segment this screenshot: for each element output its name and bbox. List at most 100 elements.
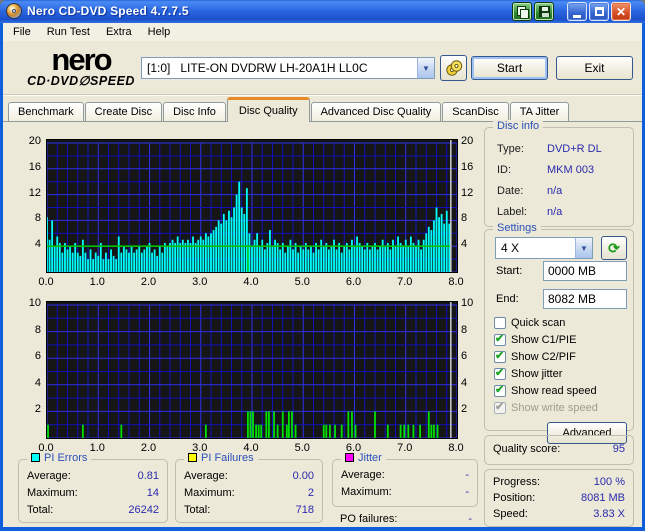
pi-errors-stats-group: PI Errors Average: 0.81 Maximum: 14 Total:… [18,452,168,523]
jitter-swatch [345,453,354,462]
axis-tick-label: 3.0 [192,276,208,288]
axis-tick-label: 12 [28,186,41,199]
exit-button[interactable]: Exit [556,56,633,80]
tab-disc-info[interactable]: Disc Info [163,102,226,122]
drive-select[interactable]: [1:0] LITE-ON DVDRW LH-20A1H LL0C ▼ [141,57,435,79]
jitter-stats-area: Jitter Average: - Maximum: - PO failures: - [332,452,478,531]
checkbox-show-write-speed: Show write speed [494,400,598,415]
axis-tick-label: 4 [34,238,41,251]
window-title: Nero CD-DVD Speed 4.7.7.5 [27,4,189,18]
speed-value: 3.83 X [593,508,625,520]
axis-tick-label: 8 [34,212,41,225]
axis-tick-label: 16 [28,160,41,173]
axis-tick-label: 0.0 [38,276,54,288]
end-field-label: End: [496,293,519,305]
disc-quality-page: 4 4 8 8 12 12 16 16 20 20 0.0 1.0 2.0 3.0 4.0 5.0 6.0 7.0… [3,120,642,527]
progress-group: Progress: 100 % Position: 8081 MB Speed: 3.… [484,469,634,527]
checkbox-show-jitter[interactable]: Show jitter [494,366,562,381]
chevron-down-icon[interactable]: ▼ [575,238,592,258]
checkbox-icon [494,366,506,380]
checkbox-show-read-speed[interactable]: Show read speed [494,383,597,398]
axis-tick-label: 2.0 [140,442,157,454]
checkbox-show-c2-pif[interactable]: Show C2/PIF [494,349,576,364]
quality-score-group: Quality score: 95 [484,435,634,465]
start-button[interactable]: Start [471,56,548,80]
close-icon: ✕ [615,4,627,19]
settings-group: Settings 4 X ▼ ⟳ Start: End: Quick scan … [484,222,634,444]
menu-run-test[interactable]: Run Test [39,23,98,41]
tab-ta-jitter[interactable]: TA Jitter [509,102,570,122]
axis-tick-label: 8 [34,323,41,336]
copy-to-clipboard-button[interactable] [512,2,532,21]
tab-advanced-disc-quality[interactable]: Advanced Disc Quality [310,102,442,122]
axis-tick-label: 8.0 [448,276,464,288]
pi-errors-plot [46,139,458,273]
menu-file[interactable]: File [5,23,39,41]
start-field-label: Start: [496,265,523,277]
app-icon [6,3,22,19]
quality-score-value: 95 [612,443,625,455]
menu-help[interactable]: Help [140,23,179,41]
checkbox-show-c1-pie[interactable]: Show C1/PIE [494,332,576,347]
checkbox-quick-scan[interactable]: Quick scan [494,316,565,330]
axis-tick-label: 1.0 [89,276,105,288]
axis-tick-label: 5.0 [294,276,310,288]
close-button[interactable]: ✕ [611,2,631,21]
checkbox-icon [494,317,506,329]
start-mb-field[interactable] [543,261,627,281]
axis-tick-label: 7.0 [397,276,413,288]
axis-tick-label: 4.0 [243,276,259,288]
disc-id-value: MKM 003 [547,164,595,176]
axis-tick-label: 10 [461,297,474,309]
title-bar[interactable]: Nero CD-DVD Speed 4.7.7.5 ✕ [0,0,645,23]
disc-label-value: n/a [547,206,563,218]
jitter-legend: Jitter [341,452,386,464]
disc-tray-button[interactable] [440,55,467,81]
disc-info-caption: Disc info [493,120,544,132]
checkbox-icon [494,349,506,363]
save-button[interactable] [534,2,554,21]
disc-info-group: Disc info Type: DVD+R DL ID: MKM 003 Date:… [484,120,634,227]
axis-tick-label: 12 [461,186,474,199]
axis-tick-label: 16 [461,160,474,173]
checkbox-icon [494,383,506,397]
chevron-down-icon[interactable]: ▼ [417,58,434,78]
pi-errors-legend: PI Errors [27,452,92,464]
pi-failures-stats-group: PI Failures Average: 0.00 Maximum: 2 Total… [175,452,323,523]
tab-disc-quality[interactable]: Disc Quality [226,97,310,122]
axis-tick-label: 2.0 [140,276,157,288]
checkbox-icon [494,332,506,346]
pi-failures-plot [46,301,458,439]
axis-tick-label: 7.0 [397,442,413,454]
speed-select[interactable]: 4 X ▼ [495,237,593,259]
axis-tick-label: 6 [461,350,468,363]
menu-bar: File Run Test Extra Help [3,23,642,41]
nero-logo: nero CD·DVD∅SPEED [27,42,135,88]
tab-benchmark[interactable]: Benchmark [8,102,84,122]
minimize-button[interactable] [567,2,587,21]
axis-tick-label: 4 [34,376,41,389]
menu-extra[interactable]: Extra [98,23,140,41]
axis-tick-label: 5.0 [294,442,310,454]
checkbox-icon [494,400,506,414]
refresh-icon: ⟳ [608,239,620,256]
axis-tick-label: 6 [34,350,41,363]
axis-tick-label: 4 [461,238,468,251]
axis-tick-label: 8.0 [448,442,464,454]
tab-create-disc[interactable]: Create Disc [84,102,163,122]
header: nero CD·DVD∅SPEED [1:0] LITE-ON DVDRW LH… [3,41,642,95]
discs-icon [445,60,462,76]
pi-failures-chart: 2 2 4 4 6 6 8 8 10 10 0.0 1.0 2.0 3.0 4.0 5.0 6.0 7.0 8.0 [24,293,482,461]
tab-scandisc[interactable]: ScanDisc [442,102,509,122]
refresh-button[interactable]: ⟳ [601,236,627,260]
jitter-stats-group: Jitter Average: - Maximum: - [332,452,478,507]
save-icon [538,6,550,17]
maximize-button[interactable] [589,2,609,21]
disc-date-value: n/a [547,185,563,197]
end-mb-field[interactable] [543,289,627,309]
axis-tick-label: 6.0 [345,276,362,288]
quality-score-label: Quality score: [493,443,561,455]
pi-errors-chart: 4 4 8 8 12 12 16 16 20 20 0.0 1.0 2.0 3.0 4.0 5.0 6.0 7.0… [24,131,482,291]
settings-caption: Settings [493,222,541,234]
po-failures-row: PO failures: - [340,513,472,525]
